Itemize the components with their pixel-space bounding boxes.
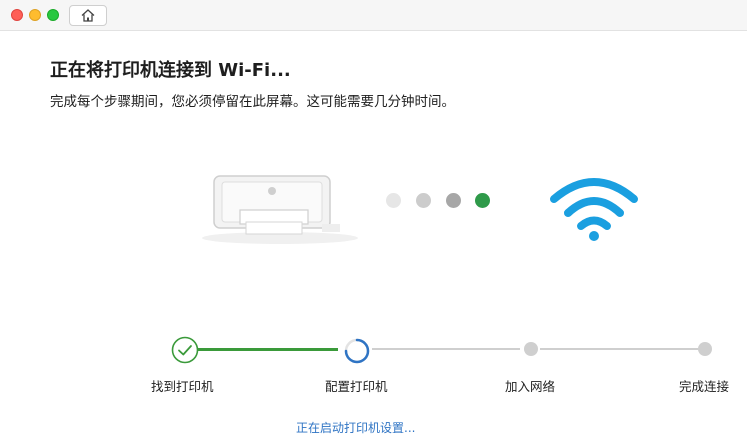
progress-dot <box>386 193 401 208</box>
step-connector-pending <box>372 348 520 350</box>
minimize-window-button[interactable] <box>29 9 41 21</box>
step-pending-icon <box>698 342 712 356</box>
home-icon <box>81 9 95 22</box>
check-icon <box>171 336 199 364</box>
printer-icon <box>202 175 358 244</box>
loading-spinner-icon <box>344 338 370 364</box>
step-label-join-network: 加入网络 <box>505 379 556 394</box>
step-label-configure-printer: 配置打印机 <box>325 379 388 394</box>
progress-dot <box>446 193 461 208</box>
step-pending-icon <box>524 342 538 356</box>
step-label-finish-connection: 完成连接 <box>679 379 730 394</box>
zoom-window-button[interactable] <box>47 9 59 21</box>
step-connector-pending <box>540 348 698 350</box>
page-title: 正在将打印机连接到 Wi-Fi... <box>50 60 291 81</box>
close-window-button[interactable] <box>11 9 23 21</box>
window-titlebar <box>0 0 747 31</box>
status-text: 正在启动打印机设置... <box>296 421 416 435</box>
progress-dot <box>416 193 431 208</box>
step-connector-complete <box>198 348 338 351</box>
wifi-icon <box>550 178 638 241</box>
step-label-find-printer: 找到打印机 <box>151 379 214 394</box>
home-button[interactable] <box>69 5 107 26</box>
page-subtitle: 完成每个步骤期间，您必须停留在此屏幕。这可能需要几分钟时间。 <box>50 94 455 110</box>
progress-dot-active <box>475 193 490 208</box>
